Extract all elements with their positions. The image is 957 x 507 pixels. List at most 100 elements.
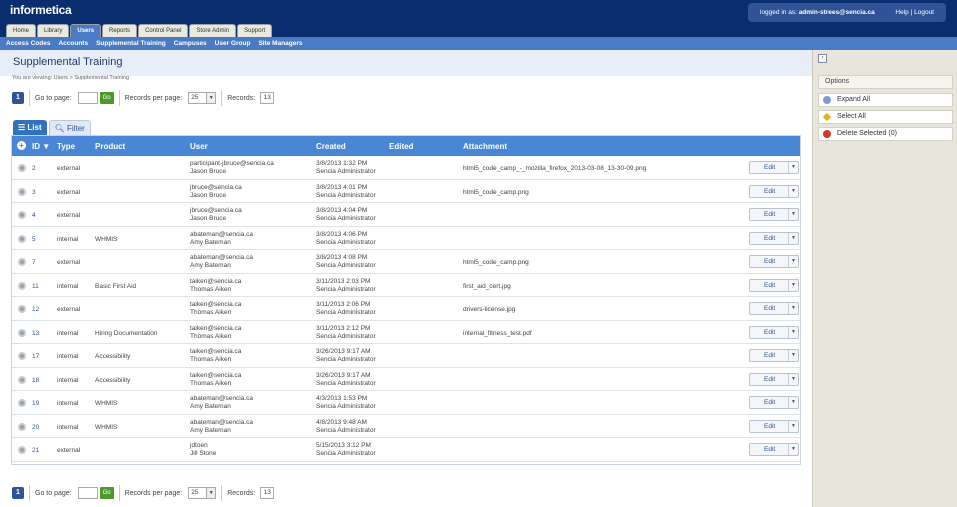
row-id[interactable]: 4 — [32, 212, 36, 219]
row-id[interactable]: 19 — [32, 400, 39, 407]
col-product[interactable]: Product — [95, 142, 125, 151]
gear-icon[interactable] — [18, 187, 26, 196]
tab-store-admin[interactable]: Store Admin — [189, 24, 237, 37]
tab-reports[interactable]: Reports — [102, 24, 138, 37]
edit-button[interactable]: Edit ▼ — [749, 302, 799, 315]
table-row[interactable]: 2 external participant-jbruce@sencia.ca Jas… — [12, 156, 800, 180]
col-type[interactable]: Type — [57, 142, 75, 151]
table-row[interactable]: 20 internal WHMIS abateman@sencia.ca Amy Bat… — [12, 414, 800, 438]
gear-icon[interactable] — [18, 422, 26, 431]
row-attachment[interactable]: html5_code_camp.png — [463, 259, 529, 266]
tab-filter[interactable]: 🔍︎ Filter — [48, 120, 91, 135]
col-attachment[interactable]: Attachment — [463, 142, 507, 151]
page-number-button[interactable]: 1 — [12, 92, 24, 104]
edit-button[interactable]: Edit ▼ — [749, 278, 799, 292]
page-number-button[interactable]: 1 — [12, 487, 24, 499]
row-attachment[interactable]: internal_fitness_test.pdf — [463, 330, 532, 337]
edit-button[interactable]: Edit ▼ — [749, 325, 799, 339]
table-row[interactable]: 11 internal Basic First Aid taiken@sencia.c… — [12, 273, 800, 297]
subnav-accounts[interactable]: Accounts — [58, 37, 88, 50]
row-id[interactable]: 11 — [32, 283, 39, 290]
gear-icon[interactable] — [18, 164, 26, 172]
row-id[interactable]: 13 — [32, 330, 39, 337]
table-row[interactable]: 4 external jbruce@sencia.ca Jason Bruce 3/8/… — [12, 203, 800, 227]
subnav-site-managers[interactable]: Site Managers — [258, 37, 302, 50]
gear-icon[interactable] — [18, 352, 26, 360]
edit-button[interactable]: Edit ▼ — [749, 255, 799, 268]
logout-link[interactable]: Logout — [914, 9, 934, 16]
col-user[interactable]: User — [190, 142, 208, 151]
delete-selected-button[interactable]: Delete Selected (0) — [818, 127, 953, 141]
col-edited[interactable]: Edited — [389, 142, 413, 151]
col-id[interactable]: ID ▼ — [32, 142, 50, 151]
row-id[interactable]: 2 — [32, 165, 36, 172]
row-id[interactable]: 18 — [32, 377, 39, 384]
expand-all-icon[interactable]: + — [17, 141, 26, 150]
gear-icon[interactable] — [18, 328, 26, 337]
table-row[interactable]: 19 internal WHMIS abateman@sencia.ca Amy Bat… — [12, 391, 800, 415]
tab-users[interactable]: Users — [70, 24, 102, 37]
chevron-down-icon[interactable]: ▼ — [788, 303, 798, 314]
edit-button[interactable]: Edit ▼ — [749, 161, 799, 174]
table-row[interactable]: 5 internal WHMIS abateman@sencia.ca Amy Bate… — [12, 226, 800, 250]
row-attachment[interactable]: first_aid_cert.jpg — [463, 283, 511, 290]
table-row[interactable]: 21 external jdtoen Jill Stone 5/15/2013 3:12… — [12, 438, 800, 462]
edit-button[interactable]: Edit ▼ — [749, 184, 799, 198]
edit-button[interactable]: Edit ▼ — [749, 231, 799, 245]
edit-button[interactable]: Edit ▼ — [749, 372, 799, 386]
gear-icon[interactable] — [18, 281, 26, 290]
goto-page-input[interactable] — [77, 487, 98, 499]
chevron-down-icon[interactable]: ▼ — [788, 185, 798, 197]
table-row[interactable]: 12 external taiken@sencia.ca Thomas Aiken 3/… — [12, 297, 800, 321]
chevron-down-icon[interactable]: ▼ — [788, 444, 798, 455]
chevron-down-icon[interactable]: ▼ — [788, 420, 798, 432]
row-id[interactable]: 7 — [32, 259, 36, 266]
gear-icon[interactable] — [18, 305, 26, 313]
chevron-down-icon[interactable]: ▼ — [788, 397, 798, 408]
records-per-page-select[interactable]: 25 ▼ — [188, 487, 217, 499]
row-id[interactable]: 20 — [32, 424, 39, 431]
collapse-panel-icon[interactable]: › — [818, 54, 827, 63]
help-link[interactable]: Help — [895, 9, 908, 16]
go-button[interactable]: Go — [99, 92, 114, 104]
table-row[interactable]: 3 external jbruce@sencia.ca Jason Bruce 3/8/… — [12, 179, 800, 203]
edit-button[interactable]: Edit ▼ — [749, 349, 799, 362]
chevron-down-icon[interactable]: ▼ — [788, 209, 798, 220]
row-id[interactable]: 21 — [32, 447, 39, 454]
table-row[interactable]: 17 internal Accessibility taiken@sencia.ca T… — [12, 344, 800, 368]
table-row[interactable]: 18 internal Accessibility taiken@sencia.ca T… — [12, 367, 800, 391]
row-id[interactable]: 3 — [32, 189, 36, 196]
tab-library[interactable]: Library — [37, 24, 70, 37]
row-attachment[interactable]: html5_code_camp.png — [463, 189, 529, 196]
edit-button[interactable]: Edit ▼ — [749, 443, 799, 456]
chevron-down-icon[interactable]: ▼ — [788, 326, 798, 338]
chevron-down-icon[interactable]: ▼ — [788, 162, 798, 173]
tab-list[interactable]: ☰ List — [13, 120, 47, 135]
edit-button[interactable]: Edit ▼ — [749, 419, 799, 433]
app-logo[interactable]: informetica — [10, 3, 72, 17]
row-id[interactable]: 5 — [32, 236, 36, 243]
chevron-down-icon[interactable]: ▼ — [788, 256, 798, 267]
subnav-supplemental-training[interactable]: Supplemental Training — [96, 37, 166, 50]
col-created[interactable]: Created — [316, 142, 346, 151]
chevron-down-icon[interactable]: ▼ — [788, 279, 798, 291]
chevron-down-icon[interactable]: ▼ — [788, 373, 798, 385]
gear-icon[interactable] — [18, 211, 26, 219]
gear-icon[interactable] — [18, 375, 26, 384]
records-per-page-select[interactable]: 25 ▼ — [188, 92, 217, 104]
table-row[interactable]: 7 external abateman@sencia.ca Amy Bateman 3/… — [12, 250, 800, 274]
row-id[interactable]: 17 — [32, 353, 39, 360]
go-button[interactable]: Go — [99, 487, 114, 499]
chevron-down-icon[interactable]: ▼ — [788, 350, 798, 361]
tab-home[interactable]: Home — [6, 24, 37, 37]
row-attachment[interactable]: drivers-license.jpg — [463, 306, 515, 313]
gear-icon[interactable] — [18, 399, 26, 407]
goto-page-input[interactable] — [77, 92, 98, 104]
gear-icon[interactable] — [18, 234, 26, 243]
expand-all-button[interactable]: Expand All — [818, 93, 953, 107]
row-id[interactable]: 12 — [32, 306, 39, 313]
select-all-button[interactable]: Select All — [818, 110, 953, 124]
gear-icon[interactable] — [18, 446, 26, 454]
gear-icon[interactable] — [18, 258, 26, 266]
edit-button[interactable]: Edit ▼ — [749, 208, 799, 221]
